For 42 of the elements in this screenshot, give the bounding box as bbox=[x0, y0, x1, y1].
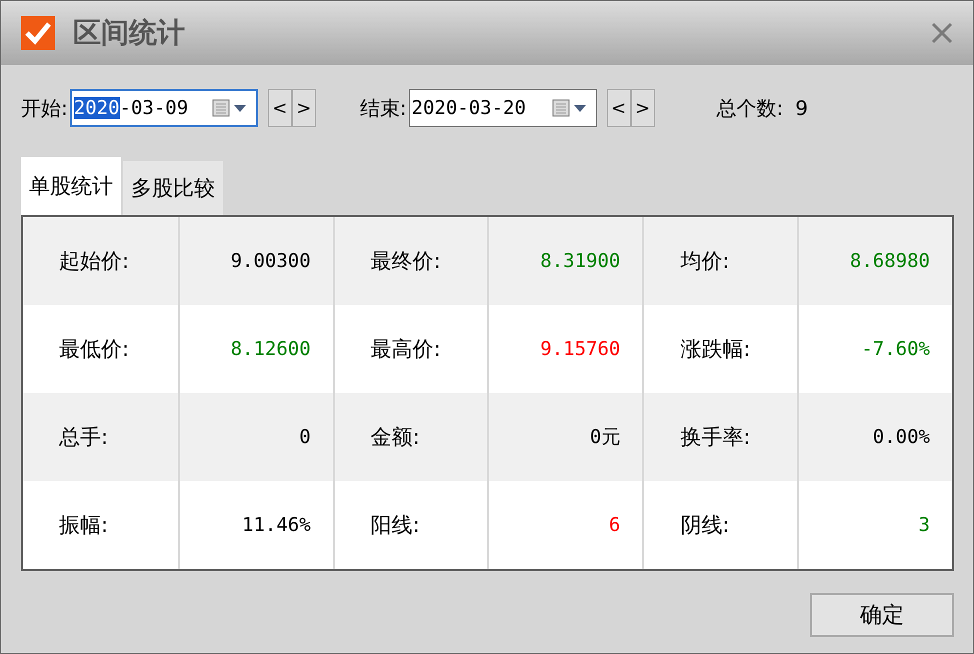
stat-value: 0元 bbox=[590, 425, 620, 450]
count-label: 总个数: bbox=[716, 94, 784, 122]
ok-button[interactable]: 确定 bbox=[810, 593, 954, 637]
stat-label: 起始价: bbox=[59, 248, 130, 275]
stat-value: 0 bbox=[299, 426, 311, 448]
next-button[interactable]: > bbox=[630, 89, 654, 127]
stat-value: -7.60% bbox=[861, 338, 930, 360]
stat-value: 8.12600 bbox=[230, 338, 311, 360]
date-label: 开始: bbox=[21, 94, 68, 122]
stat-label: 总手: bbox=[59, 424, 108, 451]
stat-label: 阳线: bbox=[370, 512, 420, 539]
stat-value: 11.46% bbox=[242, 514, 311, 536]
previous-button[interactable]: < bbox=[268, 89, 292, 127]
close-icon[interactable] bbox=[931, 22, 953, 44]
stat-value: 6 bbox=[608, 514, 620, 536]
window-title: 区间统计 bbox=[73, 15, 186, 51]
stat-label: 振幅: bbox=[59, 512, 108, 539]
checkmark-icon bbox=[21, 16, 55, 50]
stat-label: 均价: bbox=[680, 248, 730, 275]
stat-value: 8.31900 bbox=[540, 250, 620, 272]
stat-label: 阴线: bbox=[680, 512, 730, 539]
date-field[interactable]: 2020-03-09 bbox=[70, 89, 258, 127]
date-field[interactable]: 2020-03-20 bbox=[408, 89, 596, 127]
calendar-dropdown-icon[interactable] bbox=[552, 98, 588, 118]
stat-value: 9.00300 bbox=[230, 250, 311, 272]
tab[interactable]: 单股统计 bbox=[21, 157, 121, 215]
previous-button[interactable]: < bbox=[606, 89, 630, 127]
stat-value: 0.00% bbox=[872, 426, 930, 448]
stat-label: 最高价: bbox=[370, 336, 441, 363]
date-label: 结束: bbox=[360, 94, 406, 122]
calendar-dropdown-icon[interactable] bbox=[212, 98, 248, 118]
stat-label: 最终价: bbox=[370, 248, 441, 275]
stat-value: 3 bbox=[918, 514, 930, 536]
stat-label: 最低价: bbox=[59, 336, 130, 363]
count-value: 9 bbox=[795, 96, 808, 120]
stat-label: 金额: bbox=[370, 424, 420, 451]
tab[interactable]: 多股比较 bbox=[123, 161, 223, 215]
next-button[interactable]: > bbox=[292, 89, 316, 127]
stat-value: 8.68980 bbox=[850, 250, 930, 272]
stat-value: 9.15760 bbox=[540, 338, 620, 360]
stat-label: 涨跌幅: bbox=[680, 336, 750, 363]
stat-label: 换手率: bbox=[680, 424, 750, 451]
